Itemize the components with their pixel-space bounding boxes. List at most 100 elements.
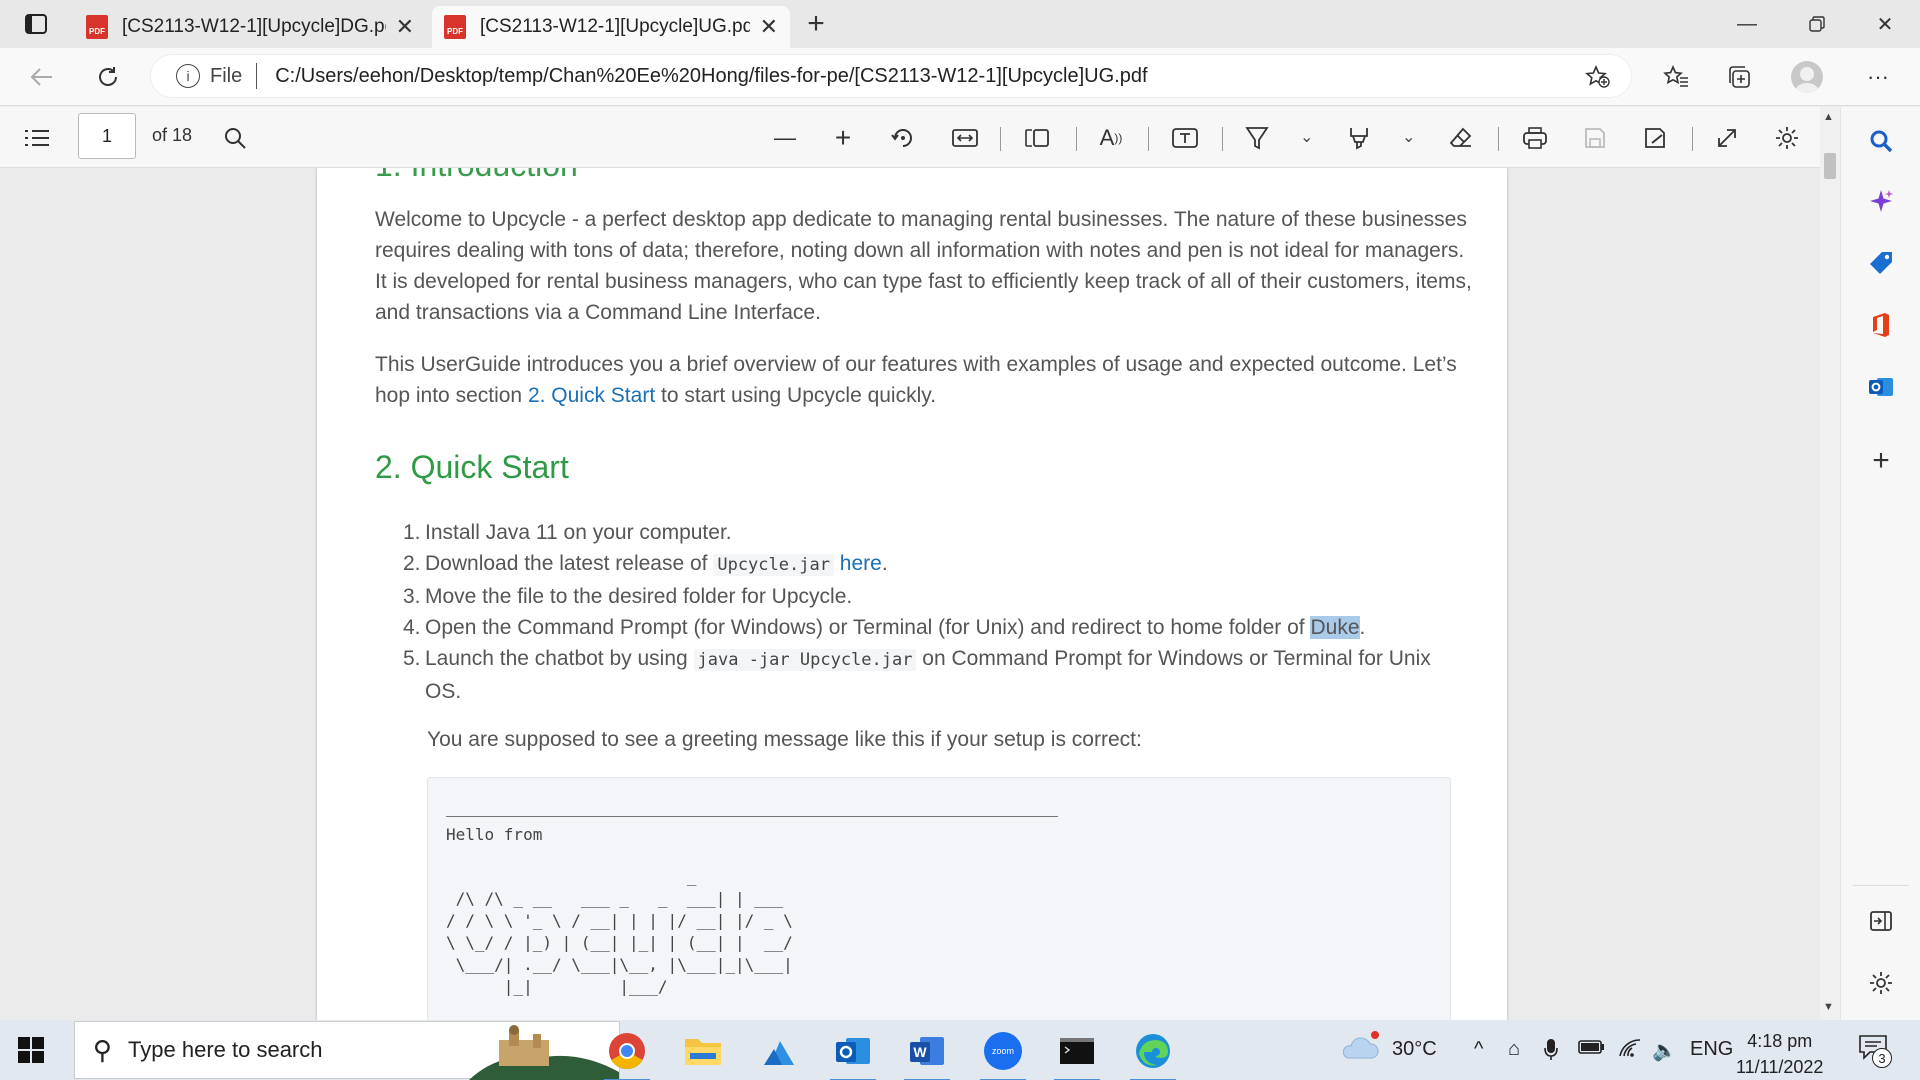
page-view-icon[interactable] xyxy=(1018,119,1056,157)
tab-ug-pdf[interactable]: PDF [CS2113-W12-1][Upcycle]UG.pdf ✕ xyxy=(432,6,790,48)
meet-now-icon[interactable]: ⌂ xyxy=(1508,1038,1520,1061)
tab-actions-icon[interactable] xyxy=(8,0,64,48)
minimize-button[interactable]: — xyxy=(1712,0,1782,48)
greeting-note: You are supposed to see a greeting messa… xyxy=(427,728,1142,751)
terminal-app-icon[interactable] xyxy=(1054,1028,1100,1080)
save-as-icon[interactable] xyxy=(1636,119,1674,157)
quick-start-steps: 1. Install Java 11 on your computer. 2. … xyxy=(403,517,1443,707)
guide-text: to start using Upcycle quickly. xyxy=(655,384,937,407)
save-icon[interactable] xyxy=(1576,119,1614,157)
volume-icon[interactable]: 🔈 xyxy=(1652,1038,1677,1063)
weather-cloud-icon[interactable] xyxy=(1340,1030,1380,1070)
restore-button[interactable] xyxy=(1782,0,1852,48)
fit-width-icon[interactable] xyxy=(946,119,984,157)
step-text: Install Java 11 on your computer. xyxy=(425,521,732,544)
step-text: Launch the chatbot by using java -jar Up… xyxy=(425,643,1443,707)
scroll-thumb[interactable] xyxy=(1824,153,1836,179)
office-icon[interactable] xyxy=(1863,307,1899,343)
fullscreen-icon[interactable] xyxy=(1708,119,1746,157)
list-item: 3. Move the file to the desired folder f… xyxy=(403,581,1443,612)
search-icon[interactable] xyxy=(1863,123,1899,159)
clock[interactable]: 4:18 pm 11/11/2022 xyxy=(1736,1028,1823,1080)
outlook-app-icon[interactable] xyxy=(830,1028,876,1080)
file-explorer-icon[interactable] xyxy=(680,1028,726,1074)
document-viewport[interactable]: 1. Introduction Welcome to Upcycle - a p… xyxy=(0,168,1820,1020)
step-text: Download the latest release of Upcycle.j… xyxy=(425,548,888,581)
print-icon[interactable] xyxy=(1516,119,1554,157)
outlook-icon[interactable] xyxy=(1863,369,1899,405)
taskbar-search-input[interactable]: ⚲ Type here to search xyxy=(74,1021,620,1080)
favorites-icon[interactable] xyxy=(1656,58,1696,96)
step-text: Move the file to the desired folder for … xyxy=(425,585,853,608)
svg-text:W: W xyxy=(913,1044,927,1060)
rotate-icon[interactable] xyxy=(884,119,922,157)
notification-center-icon[interactable]: 3 xyxy=(1858,1034,1892,1068)
more-menu-icon[interactable]: ··· xyxy=(1858,58,1898,96)
info-icon[interactable]: i xyxy=(176,64,200,88)
weather-temperature[interactable]: 30°C xyxy=(1392,1038,1437,1061)
settings-icon[interactable] xyxy=(1863,965,1899,1001)
step-number: 5. xyxy=(403,647,421,670)
close-tab-icon[interactable]: ✕ xyxy=(760,14,778,40)
chevron-down-icon[interactable]: ⌄ xyxy=(1300,127,1313,147)
word-app-icon[interactable]: W xyxy=(904,1028,950,1080)
section-heading-introduction: 1. Introduction xyxy=(375,168,578,181)
download-link[interactable]: here xyxy=(840,552,882,575)
add-sidebar-app-icon[interactable]: + xyxy=(1863,443,1899,479)
shopping-tag-icon[interactable] xyxy=(1863,245,1899,281)
microphone-icon[interactable] xyxy=(1544,1038,1558,1066)
zoom-app-icon[interactable]: zoom xyxy=(980,1028,1026,1080)
tab-label: [CS2113-W12-1][Upcycle]UG.pdf xyxy=(480,16,750,37)
collections-icon[interactable] xyxy=(1720,58,1760,96)
new-tab-button[interactable]: + xyxy=(798,6,834,42)
draw-icon[interactable] xyxy=(1238,119,1276,157)
add-favorite-icon[interactable] xyxy=(1578,58,1618,96)
back-button[interactable] xyxy=(20,56,64,98)
url-text[interactable]: C:/Users/eehon/Desktop/temp/Chan%20Ee%20… xyxy=(275,65,1147,88)
edge-app-icon[interactable] xyxy=(1130,1028,1176,1080)
wifi-icon[interactable] xyxy=(1618,1038,1642,1064)
step-text-part: Launch the chatbot by using xyxy=(425,647,694,670)
hide-sidebar-icon[interactable] xyxy=(1863,903,1899,939)
add-text-icon[interactable] xyxy=(1166,119,1204,157)
highlighted-text[interactable]: Duke xyxy=(1310,616,1360,639)
scroll-down-icon[interactable]: ▼ xyxy=(1823,1001,1834,1013)
url-field[interactable]: i File C:/Users/eehon/Desktop/temp/Chan%… xyxy=(150,54,1632,98)
table-of-contents-icon[interactable] xyxy=(18,119,56,157)
quick-start-heading: 2. Quick Start xyxy=(375,449,569,485)
chrome-app-icon[interactable] xyxy=(604,1028,650,1080)
language-indicator[interactable]: ENG xyxy=(1690,1038,1733,1061)
vertical-scrollbar[interactable]: ▲ ▼ xyxy=(1820,107,1840,1020)
guide-paragraph: This UserGuide introduces you a brief ov… xyxy=(375,349,1475,411)
divider xyxy=(1148,127,1149,151)
step-number: 3. xyxy=(403,585,421,608)
battery-icon[interactable] xyxy=(1578,1038,1606,1061)
read-aloud-icon[interactable]: A)) xyxy=(1092,119,1130,157)
copilot-sparkle-icon[interactable] xyxy=(1863,183,1899,219)
windows-start-icon[interactable] xyxy=(18,1037,44,1063)
close-tab-icon[interactable]: ✕ xyxy=(396,14,414,40)
quick-start-link[interactable]: 2. Quick Start xyxy=(528,384,655,407)
code-hello: Hello from xyxy=(446,825,543,844)
divider xyxy=(1498,127,1499,151)
search-icon[interactable] xyxy=(216,119,254,157)
zoom-out-icon[interactable]: — xyxy=(766,119,804,157)
step-text-part: Open the Command Prompt (for Windows) or… xyxy=(425,616,1311,639)
onedrive-photos-icon[interactable] xyxy=(756,1028,802,1074)
date: 11/11/2022 xyxy=(1736,1057,1824,1077)
settings-icon[interactable] xyxy=(1768,119,1806,157)
zoom-label: zoom xyxy=(984,1032,1022,1070)
eraser-icon[interactable] xyxy=(1442,119,1480,157)
tab-label: [CS2113-W12-1][Upcycle]DG.pdf xyxy=(122,16,386,37)
scheme-label: File xyxy=(210,64,243,87)
profile-avatar[interactable] xyxy=(1791,61,1823,93)
tab-dg-pdf[interactable]: PDF [CS2113-W12-1][Upcycle]DG.pdf ✕ xyxy=(74,6,426,48)
close-window-button[interactable]: ✕ xyxy=(1850,0,1920,48)
zoom-in-icon[interactable]: + xyxy=(824,119,862,157)
highlight-icon[interactable] xyxy=(1340,119,1378,157)
refresh-button[interactable] xyxy=(86,56,130,98)
chevron-down-icon[interactable]: ⌄ xyxy=(1402,127,1415,147)
page-number-input[interactable]: 1 xyxy=(78,113,136,159)
chevron-up-icon[interactable]: ^ xyxy=(1474,1038,1483,1061)
scroll-up-icon[interactable]: ▲ xyxy=(1823,111,1834,123)
